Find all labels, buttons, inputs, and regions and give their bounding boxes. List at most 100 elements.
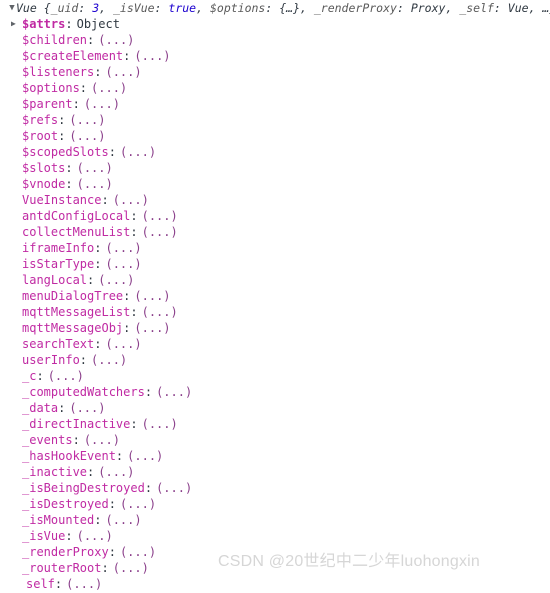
property-row[interactable]: collectMenuList: (...) [0,224,550,240]
property-row[interactable]: $refs: (...) [0,112,550,128]
property-name: _computedWatchers [22,385,145,399]
property-row[interactable]: mqttMessageList: (...) [0,304,550,320]
summary-key-isvue: _isVue [113,1,155,15]
summary-sep: : [265,1,280,15]
property-row[interactable]: _events: (...) [0,432,550,448]
triangle-down-icon[interactable] [8,0,16,16]
property-value[interactable]: Object [77,17,120,31]
property-row[interactable]: $options: (...) [0,80,550,96]
summary-key-options: $options [209,1,266,15]
console-object-root-line[interactable]: Vue {_uid: 3, _isVue: true, $options: {…… [0,0,550,16]
property-row[interactable]: antdConfigLocal: (...) [0,208,550,224]
summary-sep: : [78,1,93,15]
property-row[interactable]: ▶ $attrs: Object [0,16,550,32]
property-value[interactable]: (...) [134,289,170,303]
property-row[interactable]: _hasHookEvent: (...) [0,448,550,464]
property-value[interactable]: (...) [84,433,120,447]
property-value[interactable]: (...) [98,273,134,287]
property-row[interactable]: isStarType: (...) [0,256,550,272]
property-value[interactable]: (...) [69,113,105,127]
property-value[interactable]: (...) [142,305,178,319]
property-row[interactable]: menuDialogTree: (...) [0,288,550,304]
property-row[interactable]: langLocal: (...) [0,272,550,288]
property-row[interactable]: iframeInfo: (...) [0,240,550,256]
property-value[interactable]: (...) [120,145,156,159]
property-name: $refs [22,113,59,127]
property-value[interactable]: (...) [120,545,156,559]
property-row[interactable]: $createElement: (...) [0,48,550,64]
summary-sep: , [99,1,113,15]
property-row[interactable]: searchText: (...) [0,336,550,352]
property-colon: : [101,193,109,207]
property-value[interactable]: (...) [77,161,113,175]
property-value[interactable]: (...) [69,129,105,143]
property-name: _isBeingDestroyed [22,481,145,495]
property-row[interactable]: _isBeingDestroyed: (...) [0,480,550,496]
property-value[interactable]: (...) [105,337,141,351]
property-value[interactable]: (...) [84,97,120,111]
property-value[interactable]: (...) [69,401,105,415]
property-name: $slots [22,161,66,175]
property-row[interactable]: $slots: (...) [0,160,550,176]
property-value[interactable]: (...) [77,177,113,191]
property-row[interactable]: VueInstance: (...) [0,192,550,208]
property-row[interactable]: _isDestroyed: (...) [0,496,550,512]
property-value[interactable]: (...) [120,497,156,511]
property-value[interactable]: (...) [156,481,192,495]
property-value[interactable]: (...) [134,321,170,335]
property-row[interactable]: _directInactive: (...) [0,416,550,432]
property-value[interactable]: (...) [113,561,149,575]
property-colon: : [94,513,102,527]
property-colon: : [108,545,116,559]
property-row[interactable]: $scopedSlots: (...) [0,144,550,160]
property-value[interactable]: (...) [134,49,170,63]
property-row[interactable]: _isVue: (...) [0,528,550,544]
property-value[interactable]: (...) [98,33,134,47]
property-value[interactable]: (...) [66,577,102,591]
property-row[interactable]: _isMounted: (...) [0,512,550,528]
property-row[interactable]: mqttMessageObj: (...) [0,320,550,336]
property-row[interactable]: _inactive: (...) [0,464,550,480]
property-value[interactable]: (...) [91,81,127,95]
property-value[interactable]: (...) [98,465,134,479]
property-row[interactable]: $parent: (...) [0,96,550,112]
property-colon: : [144,481,153,495]
property-colon: : [115,449,124,463]
property-value[interactable]: (...) [127,449,163,463]
property-colon: : [94,337,102,351]
property-row[interactable]: _computedWatchers: (...) [0,384,550,400]
property-value[interactable]: (...) [142,417,178,431]
property-row[interactable]: userInfo: (...) [0,352,550,368]
property-colon: : [144,385,153,399]
property-value[interactable]: (...) [105,241,141,255]
property-value[interactable]: (...) [142,209,178,223]
property-name: _events [22,433,73,447]
property-colon: : [130,417,138,431]
property-name: $scopedSlots [22,145,109,159]
property-row[interactable]: _c: (...) [0,368,550,384]
property-colon: : [65,17,73,31]
property-value[interactable]: (...) [105,513,141,527]
property-name: _routerRoot [22,561,102,575]
property-colon: : [101,561,109,575]
object-property-list: ▶ $attrs: Object $children: (...) $createElem… [0,16,550,592]
property-value[interactable]: (...) [105,65,141,79]
property-value[interactable]: (...) [113,193,149,207]
property-value[interactable]: (...) [48,369,84,383]
property-row[interactable]: $root: (...) [0,128,550,144]
property-row[interactable]: $children: (...) [0,32,550,48]
property-value[interactable]: (...) [156,385,192,399]
property-value[interactable]: (...) [91,353,127,367]
property-colon: : [58,113,66,127]
property-colon: : [36,369,44,383]
property-row[interactable]: _data: (...) [0,400,550,416]
property-row[interactable]: $listeners: (...) [0,64,550,80]
property-row[interactable]: $vnode: (...) [0,176,550,192]
triangle-right-icon[interactable]: ▶ [11,16,20,32]
property-value[interactable]: (...) [105,257,141,271]
property-colon: : [123,49,131,63]
property-value[interactable]: (...) [142,225,178,239]
summary-sep: , [300,1,314,15]
property-value[interactable]: (...) [77,529,113,543]
property-row[interactable]: self: (...) [0,576,550,592]
